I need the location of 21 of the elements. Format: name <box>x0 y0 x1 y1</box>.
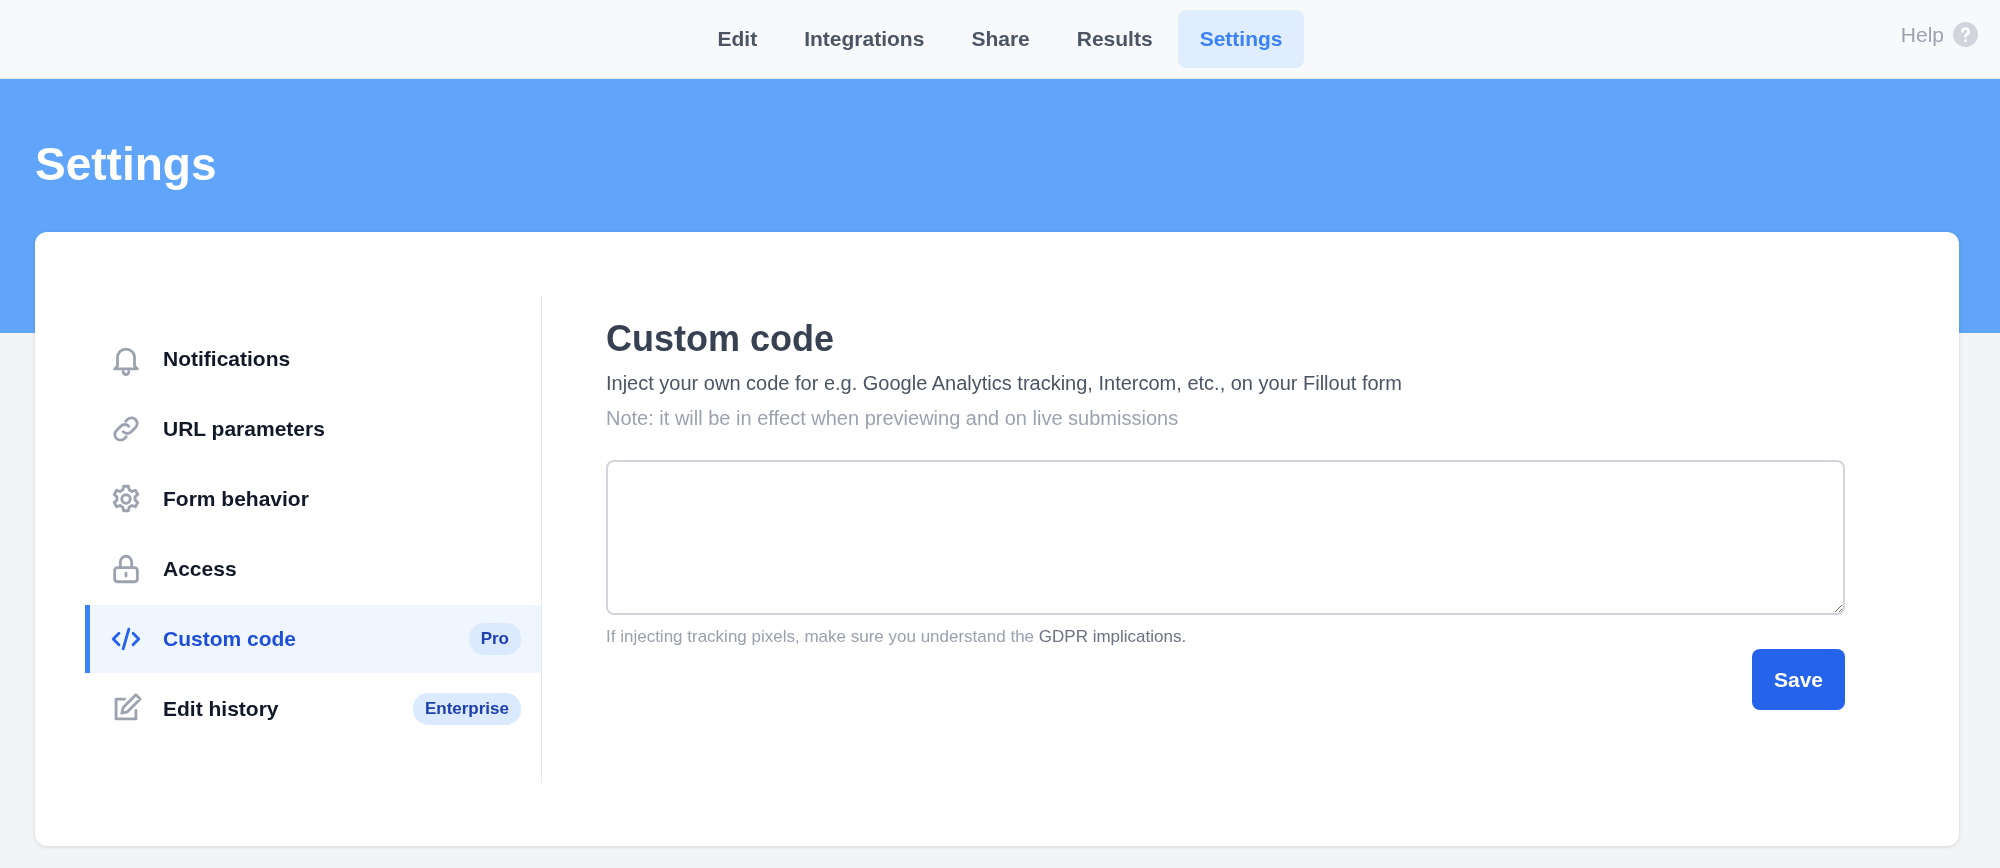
gdpr-link[interactable]: GDPR implications. <box>1038 627 1187 646</box>
nav-tab[interactable]: Edit <box>695 10 780 68</box>
section-title: Custom code <box>606 318 836 360</box>
sidebar-item[interactable]: URL parameters <box>85 395 541 463</box>
sidebar-item[interactable]: Edit history Enterprise <box>85 675 541 743</box>
sidebar-item[interactable]: Notifications <box>85 325 541 393</box>
plan-badge: Pro <box>468 623 521 655</box>
save-button[interactable]: Save <box>1752 649 1845 710</box>
plan-badge: Enterprise <box>412 693 521 725</box>
code-field[interactable] <box>606 460 1845 615</box>
nav-tab[interactable]: Integrations <box>782 10 947 68</box>
section-note: Note: it will be in effect when previewing and on live submissions <box>606 407 1180 430</box>
help-icon <box>1953 22 1978 47</box>
section-description: Inject your own code for e.g. Google Analytics tracking, Intercom, etc., on your Fillout form <box>606 372 1403 395</box>
nav-tab[interactable]: Results <box>1054 10 1175 68</box>
sidebar-item[interactable]: Custom code Pro <box>85 605 541 673</box>
gdpr-hint: If injecting tracking pixels, make sure you understand the GDPR implications. <box>606 627 1188 647</box>
sidebar-item[interactable]: Access <box>85 535 541 603</box>
nav-tab[interactable]: Share <box>949 10 1052 68</box>
sidebar-item[interactable]: Form behavior <box>85 465 541 533</box>
page-title: Settings <box>35 137 218 191</box>
